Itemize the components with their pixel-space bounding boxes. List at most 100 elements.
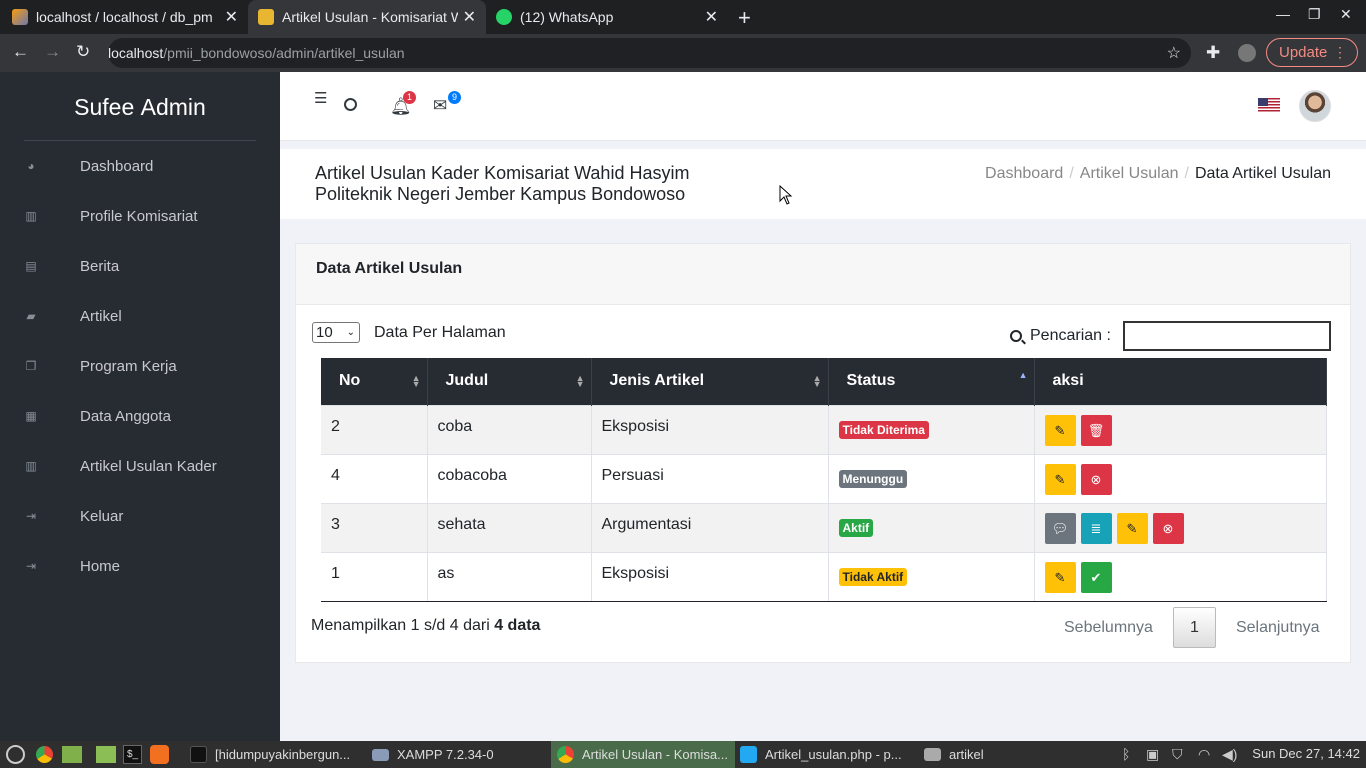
sidebar-item-data-anggota[interactable]: ▦ Data Anggota	[0, 401, 280, 431]
mint-menu-icon[interactable]	[6, 745, 25, 764]
reload-icon[interactable]: ↻	[76, 42, 90, 62]
close-tab-icon[interactable]: ✕	[463, 7, 476, 27]
profile-icon[interactable]	[1238, 44, 1256, 62]
sidebar-item-berita[interactable]: ▤ Berita	[0, 251, 280, 281]
cell-jenis: Argumentasi	[591, 502, 829, 552]
reject-button[interactable]: ⊗	[1152, 512, 1184, 544]
bookmark-star-icon[interactable]: ☆	[1167, 43, 1181, 63]
close-tab-icon[interactable]: ✕	[705, 7, 718, 27]
chevron-down-icon: ⌄	[346, 327, 355, 338]
delete-button[interactable]: 🗑︎	[1080, 414, 1112, 446]
sidebar-item-artikel[interactable]: ▰ Artikel	[0, 301, 280, 331]
per-page-select[interactable]: 10 ⌄	[312, 322, 360, 343]
files-launcher-icon[interactable]	[62, 746, 82, 763]
menu-dots-icon[interactable]: ⋮	[1333, 44, 1347, 61]
page-title: Artikel Usulan Kader Komisariat Wahid Ha…	[315, 163, 690, 204]
cell-judul: sehata	[427, 502, 592, 552]
breadcrumb: Dashboard / Artikel Usulan / Data Artike…	[985, 165, 1331, 183]
detail-button[interactable]: ≣	[1080, 512, 1112, 544]
sidebar-item-program-kerja[interactable]: ❐ Program Kerja	[0, 351, 280, 381]
data-table: No ▲ ▼ Judul ▲ ▼ Jenis Artikel ▲ ▼ Status ▲ aks…	[321, 358, 1327, 602]
tab-artikel-usulan[interactable]: Artikel Usulan - Komisariat W ✕	[248, 0, 486, 34]
status-badge: Aktif	[838, 518, 874, 537]
mail-icon[interactable]: ✉	[433, 96, 447, 116]
table-icon: ▦	[25, 409, 37, 423]
wifi-icon[interactable]: ◠	[1198, 746, 1210, 763]
column-header-judul[interactable]: Judul ▲ ▼	[427, 358, 592, 405]
page-header: Artikel Usulan Kader Komisariat Wahid Ha…	[280, 149, 1366, 219]
top-header: ☰ 🔔︎ 1 ✉ 9	[280, 72, 1366, 141]
page-1-button[interactable]: 1	[1172, 607, 1216, 648]
brand-logo[interactable]: Sufee Admin	[0, 94, 280, 121]
per-page-label: Data Per Halaman	[374, 323, 506, 341]
volume-icon[interactable]: ◀)	[1222, 746, 1237, 763]
divider	[24, 140, 256, 141]
sidebar-item-dashboard[interactable]: ◕ Dashboard	[0, 151, 280, 181]
cell-judul: coba	[427, 404, 592, 454]
chrome-launcher-icon[interactable]	[36, 746, 53, 763]
sign-out-icon: ⇥	[25, 559, 37, 573]
edit-button[interactable]: ✎	[1044, 463, 1076, 495]
us-flag-icon[interactable]	[1258, 98, 1280, 113]
card-header: Data Artikel Usulan	[296, 244, 1350, 305]
breadcrumb-artikel-usulan[interactable]: Artikel Usulan	[1080, 165, 1179, 183]
search-input[interactable]	[1122, 321, 1331, 351]
clock[interactable]: Sun Dec 27, 14:42	[1252, 746, 1360, 761]
taskbar-app-xampp[interactable]: XAMPP 7.2.34-0	[366, 741, 550, 768]
dashboard-icon: ◕	[27, 159, 35, 173]
clipboard-icon[interactable]: ▣	[1146, 746, 1159, 763]
site-favicon-icon	[258, 9, 274, 25]
column-header-status[interactable]: Status ▲	[828, 358, 1035, 405]
sort-icon: ▲ ▼	[812, 373, 822, 389]
tab-phpmyadmin[interactable]: localhost / localhost / db_pm ✕	[12, 0, 248, 34]
table-row: 4 cobacoba Persuasi Menunggu ✎ ⊗	[321, 453, 1327, 503]
column-header-no[interactable]: No ▲ ▼	[321, 358, 428, 405]
comment-button[interactable]: 💬︎	[1044, 512, 1076, 544]
bluetooth-icon[interactable]: ᛒ	[1122, 746, 1130, 762]
sidebar-item-home[interactable]: ⇥ Home	[0, 551, 280, 581]
taskbar-app-folder[interactable]: artikel	[920, 741, 1040, 768]
terminal-launcher-icon[interactable]: $_	[123, 745, 142, 764]
sidebar-item-profile-komisariat[interactable]: ▥ Profile Komisariat	[0, 201, 280, 231]
breadcrumb-dashboard[interactable]: Dashboard	[985, 165, 1063, 183]
next-page-button[interactable]: Selanjutnya	[1236, 619, 1320, 637]
approve-button[interactable]: ✔	[1080, 561, 1112, 593]
back-icon[interactable]: ←	[12, 42, 29, 62]
minimize-icon[interactable]: —	[1276, 6, 1290, 22]
edit-button[interactable]: ✎	[1116, 512, 1148, 544]
cell-judul: as	[427, 551, 592, 602]
maximize-icon[interactable]: ❐	[1308, 6, 1321, 23]
taskbar-app-terminal[interactable]: [hidumpuyakinbergun...	[184, 741, 364, 768]
edit-button[interactable]: ✎	[1044, 414, 1076, 446]
taskbar-app-vscode[interactable]: Artikel_usulan.php - p...	[736, 741, 920, 768]
update-button[interactable]: Update ⋮	[1266, 38, 1358, 67]
new-tab-icon[interactable]: +	[738, 5, 751, 31]
sidebar-item-keluar[interactable]: ⇥ Keluar	[0, 501, 280, 531]
taskbar-app-chrome[interactable]: Artikel Usulan - Komisa...	[551, 741, 735, 768]
cell-aksi: ✎ ✔	[1034, 551, 1327, 602]
sublime-launcher-icon[interactable]	[150, 745, 169, 764]
edit-button[interactable]: ✎	[1044, 561, 1076, 593]
sidebar-item-artikel-usulan-kader[interactable]: ▥ Artikel Usulan Kader	[0, 451, 280, 481]
files-icon: ❐	[25, 359, 37, 373]
breadcrumb-current: Data Artikel Usulan	[1194, 165, 1331, 182]
tab-whatsapp[interactable]: (12) WhatsApp ✕	[496, 0, 728, 34]
url-bar[interactable]: i localhost /pmii_bondowoso/admin/artike…	[108, 38, 1191, 425]
menu-toggle-icon[interactable]: ☰	[314, 89, 327, 107]
book-icon: ▰	[26, 309, 36, 323]
column-header-jenis-artikel[interactable]: Jenis Artikel ▲ ▼	[591, 358, 829, 405]
shield-icon[interactable]: ⛉	[1172, 746, 1183, 763]
building-icon: ▥	[25, 459, 37, 473]
folder-launcher-icon[interactable]	[96, 746, 116, 763]
reject-button[interactable]: ⊗	[1080, 463, 1112, 495]
extensions-icon[interactable]: ✚	[1206, 43, 1220, 63]
chrome-icon	[557, 746, 574, 763]
forward-icon[interactable]: →	[44, 42, 61, 62]
close-tab-icon[interactable]: ✕	[225, 7, 238, 27]
cell-status: Tidak Diterima	[828, 404, 1035, 454]
prev-page-button[interactable]: Sebelumnya	[1064, 619, 1153, 637]
whatsapp-icon	[496, 9, 512, 25]
search-icon[interactable]	[344, 98, 357, 111]
close-window-icon[interactable]: ✕	[1340, 6, 1352, 23]
avatar[interactable]	[1299, 90, 1331, 122]
